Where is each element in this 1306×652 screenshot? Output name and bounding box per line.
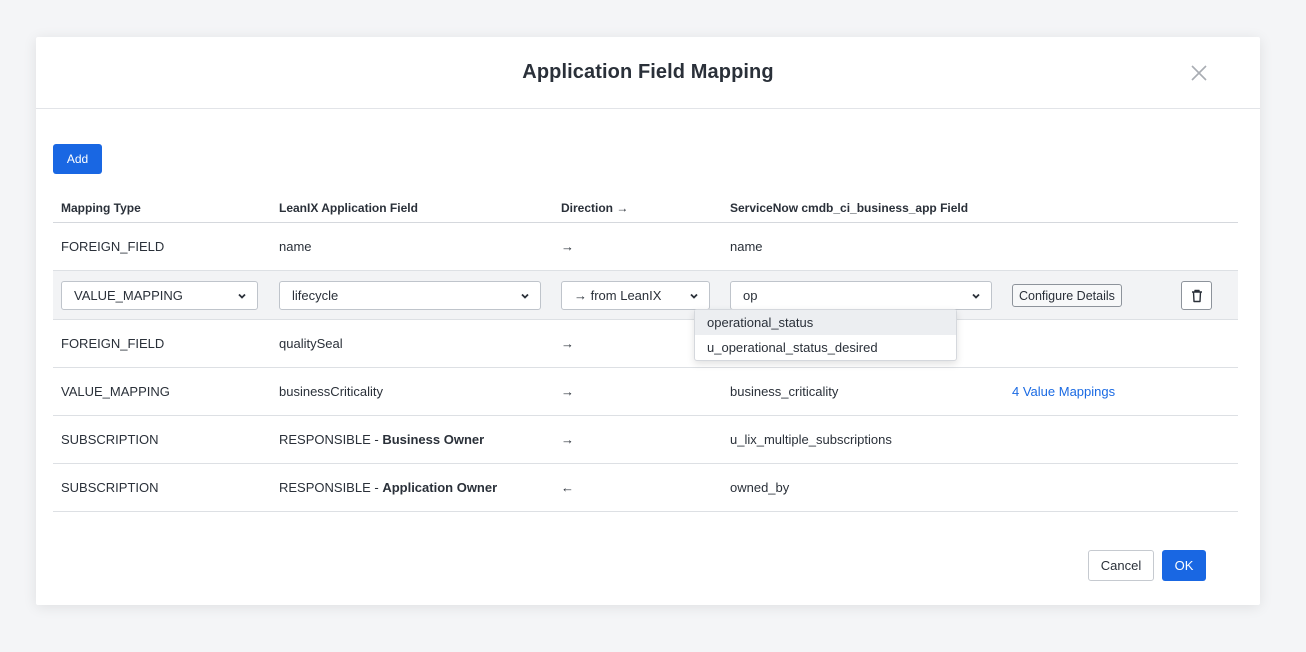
direction-select[interactable]: → from LeanIX [561, 281, 710, 310]
mapping-table: Mapping Type LeanIX Application Field Di… [53, 197, 1238, 512]
configure-details-button[interactable]: Configure Details [1012, 284, 1122, 307]
mapping-type-cell: SUBSCRIPTION [61, 432, 159, 447]
column-direction: Direction → [561, 201, 629, 215]
mapping-type-cell: FOREIGN_FIELD [61, 336, 165, 351]
direction-cell: → [561, 432, 574, 447]
dialog-header: Application Field Mapping [36, 37, 1260, 109]
direction-cell: → [561, 384, 574, 399]
direction-cell: ← [561, 480, 574, 495]
direction-cell: → [561, 336, 574, 351]
add-button[interactable]: Add [53, 144, 102, 174]
dropdown-option[interactable]: u_operational_status_desired [695, 335, 956, 360]
leanix-field-prefix: RESPONSIBLE - [279, 432, 383, 447]
servicenow-field-combobox[interactable]: op [730, 281, 992, 310]
leanix-field-select[interactable]: lifecycle [279, 281, 541, 310]
table-row: VALUE_MAPPING businessCriticality → busi… [53, 368, 1238, 416]
leanix-field-value: lifecycle [292, 288, 339, 303]
mapping-type-value: VALUE_MAPPING [74, 288, 183, 303]
column-servicenow-field: ServiceNow cmdb_ci_business_app Field [730, 201, 969, 215]
chevron-down-icon [521, 293, 529, 299]
value-mappings-link[interactable]: 4 Value Mappings [1012, 384, 1115, 399]
close-icon[interactable] [1188, 62, 1210, 84]
table-header: Mapping Type LeanIX Application Field Di… [53, 197, 1238, 223]
mapping-type-cell: FOREIGN_FIELD [61, 239, 165, 254]
servicenow-field-cell: owned_by [730, 480, 790, 495]
column-leanix-field: LeanIX Application Field [279, 201, 418, 215]
mapping-type-cell: VALUE_MAPPING [61, 384, 170, 399]
mapping-type-select[interactable]: VALUE_MAPPING [61, 281, 258, 310]
servicenow-field-input-value: op [743, 288, 758, 303]
ok-button[interactable]: OK [1162, 550, 1206, 581]
leanix-field-role: Application Owner [382, 480, 498, 495]
servicenow-field-cell: business_criticality [730, 384, 839, 399]
dialog-title: Application Field Mapping [522, 61, 774, 83]
cancel-button[interactable]: Cancel [1088, 550, 1154, 581]
direction-value: → from LeanIX [574, 288, 662, 303]
chevron-down-icon [238, 293, 246, 299]
leanix-field-cell: RESPONSIBLE - Application Owner [279, 480, 497, 495]
table-row: SUBSCRIPTION RESPONSIBLE - Application O… [53, 464, 1238, 512]
servicenow-field-cell: u_lix_multiple_subscriptions [730, 432, 892, 447]
trash-icon [1191, 289, 1202, 302]
field-mapping-dialog: Application Field Mapping Add Mapping Ty… [36, 37, 1260, 605]
chevron-down-icon [972, 293, 980, 299]
table-row: SUBSCRIPTION RESPONSIBLE - Business Owne… [53, 416, 1238, 464]
leanix-field-prefix: RESPONSIBLE - [279, 480, 383, 495]
mapping-type-cell: SUBSCRIPTION [61, 480, 159, 495]
leanix-field-cell: businessCriticality [279, 384, 384, 399]
leanix-field-cell: qualitySeal [279, 336, 343, 351]
direction-cell: → [561, 239, 574, 254]
leanix-field-cell: RESPONSIBLE - Business Owner [279, 432, 484, 447]
servicenow-field-dropdown: operational_status u_operational_status_… [694, 309, 957, 361]
leanix-field-cell: name [279, 239, 312, 254]
chevron-down-icon [690, 293, 698, 299]
dropdown-option[interactable]: operational_status [695, 310, 956, 335]
table-row: FOREIGN_FIELD qualitySeal → [53, 320, 1238, 368]
table-row: FOREIGN_FIELD name → name [53, 223, 1238, 271]
table-row-editing: VALUE_MAPPING lifecycle → from LeanIX op… [53, 271, 1238, 320]
servicenow-field-cell: name [730, 239, 763, 254]
leanix-field-role: Business Owner [382, 432, 485, 447]
delete-row-button[interactable] [1181, 281, 1212, 310]
column-mapping-type: Mapping Type [61, 201, 141, 215]
